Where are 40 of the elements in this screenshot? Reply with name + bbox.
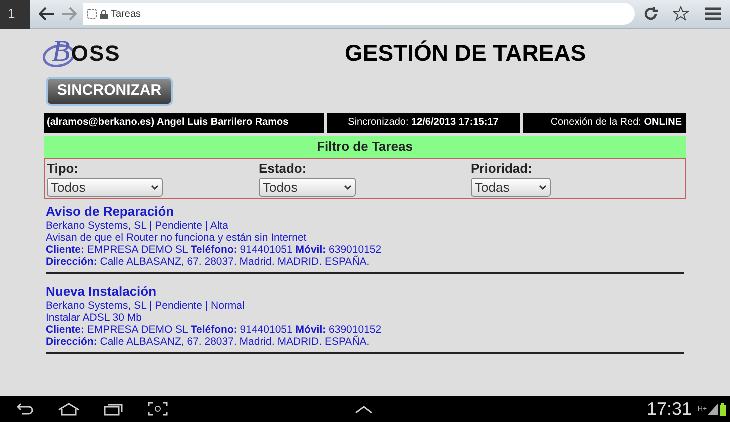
reload-button[interactable] — [643, 6, 659, 22]
tab-counter[interactable]: 1 — [0, 0, 30, 28]
menu-icon[interactable] — [705, 7, 721, 21]
star-icon[interactable] — [673, 6, 689, 22]
task-detail: Berkano Systems, SL | Pendiente | Alta — [46, 220, 230, 232]
sync-button[interactable]: SINCRONIZAR — [46, 76, 173, 106]
chevron-up-icon[interactable] — [355, 404, 373, 414]
back-icon[interactable] — [14, 403, 34, 415]
address-bar[interactable]: Tareas — [83, 3, 635, 25]
user-label: (alramos@berkano.es) Angel Luis Barrilero Ramos — [44, 112, 324, 132]
battery-icon — [720, 402, 726, 416]
task-detail: Cliente: EMPRESA DEMO SL Teléfono: 914401051 Móvil: 639010152 — [46, 324, 383, 336]
task-title[interactable]: Nueva Instalación — [46, 284, 684, 300]
chevron-down-icon — [344, 184, 352, 190]
task-detail: Dirección: Calle ALBASANZ, 67. 28037. Madrid. MADRID. ESPAÑA. — [46, 336, 371, 348]
home-icon[interactable] — [58, 402, 80, 416]
task-detail: Avisan de que el Router no funciona y están sin Internet — [46, 232, 308, 244]
task-title[interactable]: Aviso de Reparación — [46, 204, 684, 220]
filter-dropdown[interactable]: Todos — [259, 178, 356, 197]
network-status-label: Conexión de la Red: ONLINE — [523, 112, 686, 132]
filter-dropdown[interactable]: Todos — [47, 178, 163, 197]
screenshot-icon[interactable] — [148, 402, 168, 416]
signal-icon — [708, 404, 718, 414]
filter-dropdown[interactable]: Todas — [471, 178, 551, 197]
task-detail: Instalar ADSL 30 Mb — [46, 312, 143, 324]
chevron-down-icon — [539, 184, 547, 190]
sync-time-label: Sincronizado: 12/6/2013 17:15:17 — [327, 112, 520, 132]
page-title: GESTIÓN DE TAREAS — [345, 39, 586, 68]
filter-label: Tipo: — [47, 162, 80, 176]
task-detail: Berkano Systems, SL | Pendiente | Normal — [46, 300, 246, 312]
filter-label: Prioridad: — [471, 162, 534, 176]
clock: 17:31 — [646, 398, 692, 420]
task-detail: Cliente: EMPRESA DEMO SL Teléfono: 914401051 Móvil: 639010152 — [46, 244, 383, 256]
lock-icon — [100, 10, 108, 18]
page-icon — [87, 9, 97, 19]
filter-header: Filtro de Tareas — [44, 136, 686, 158]
chevron-down-icon — [151, 184, 159, 190]
recent-apps-icon[interactable] — [104, 402, 124, 416]
task-detail: Dirección: Calle ALBASANZ, 67. 28037. Madrid. MADRID. ESPAÑA. — [46, 256, 371, 268]
filter-label: Estado: — [259, 162, 308, 176]
